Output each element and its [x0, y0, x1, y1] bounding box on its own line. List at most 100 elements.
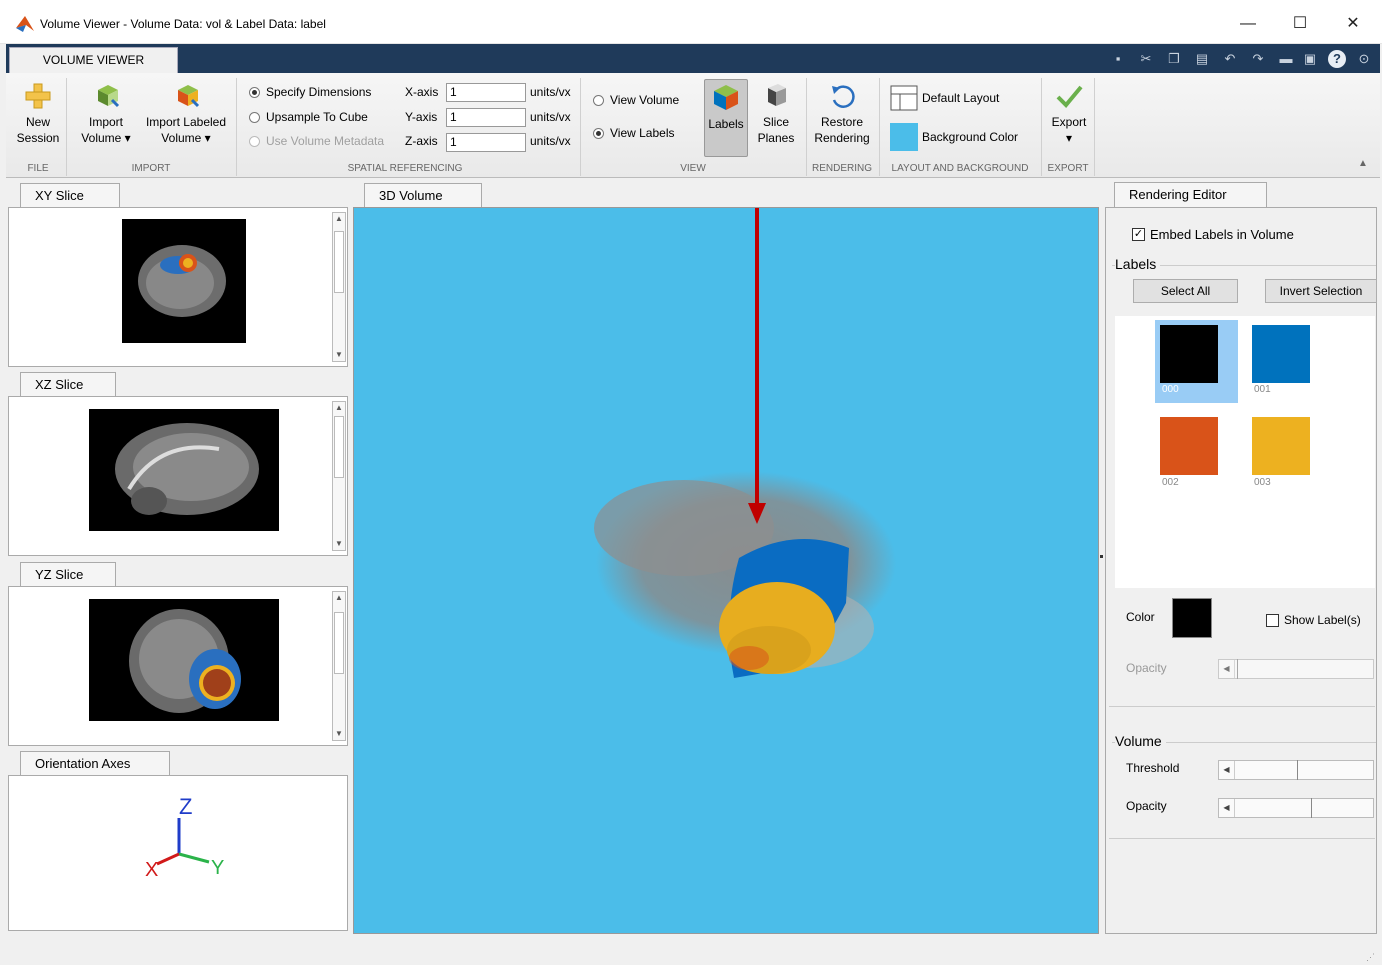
layout-grid-icon: [890, 85, 918, 111]
default-layout-button[interactable]: Default Layout: [890, 85, 999, 111]
tab-3d-volume[interactable]: 3D Volume: [364, 183, 482, 208]
minimize-button[interactable]: —: [1225, 12, 1271, 36]
section-export: EXPORT: [1047, 163, 1089, 174]
scroll-up-icon[interactable]: ▲: [333, 402, 345, 414]
radio-dot: [249, 111, 260, 123]
copy-icon[interactable]: ❐: [1166, 50, 1182, 68]
separator: [580, 78, 581, 176]
import-labeled-volume-button[interactable]: Import Labeled Volume ▾: [142, 82, 230, 146]
select-all-button[interactable]: Select All: [1133, 279, 1238, 303]
x-axis-line: [156, 852, 180, 866]
view-labels-radio[interactable]: View Labels: [593, 126, 675, 140]
labels-toggle-button[interactable]: Labels: [704, 79, 748, 157]
scroll-down-icon[interactable]: ▼: [333, 538, 345, 550]
label-swatch-001[interactable]: [1252, 325, 1310, 383]
slice-planes-label-2: Planes: [757, 131, 795, 145]
scroll-thumb[interactable]: [334, 416, 344, 478]
volume-render-panel[interactable]: [353, 198, 1099, 934]
undo-icon[interactable]: ↶: [1222, 50, 1238, 68]
tab-xz-slice[interactable]: XZ Slice: [20, 372, 116, 397]
tab-volume-viewer[interactable]: VOLUME VIEWER: [9, 47, 178, 73]
cut-icon[interactable]: ✂: [1138, 50, 1154, 68]
label-opacity-slider[interactable]: ◀: [1218, 659, 1374, 679]
label-opacity-label: Opacity: [1126, 661, 1167, 675]
splitter-handle[interactable]: [1100, 555, 1103, 558]
slider-thumb[interactable]: [1297, 760, 1307, 780]
maximize-button[interactable]: ☐: [1277, 12, 1323, 36]
volume-render-image: [594, 198, 896, 678]
slider-left-arrow-icon[interactable]: ◀: [1219, 799, 1235, 817]
scroll-down-icon[interactable]: ▼: [333, 728, 345, 740]
tab-rendering-editor[interactable]: Rendering Editor: [1114, 182, 1267, 207]
export-label: Export: [1051, 115, 1087, 129]
section-spatial: SPATIAL REFERENCING: [347, 163, 463, 174]
xy-slice-scrollbar[interactable]: ▲ ▼: [332, 212, 346, 362]
separator: [66, 78, 67, 176]
show-labels-checkbox[interactable]: Show Label(s): [1266, 613, 1361, 627]
orientation-axes-panel: Z Y X: [8, 775, 348, 931]
view-volume-label: View Volume: [610, 93, 680, 107]
slider-left-arrow-icon[interactable]: ◀: [1219, 761, 1235, 779]
xz-slice-scrollbar[interactable]: ▲ ▼: [332, 401, 346, 551]
slider-thumb[interactable]: [1311, 798, 1321, 818]
slider-left-arrow-icon[interactable]: ◀: [1219, 660, 1235, 678]
window-icon[interactable]: ▣: [1302, 50, 1318, 68]
label-color-button[interactable]: [1172, 598, 1212, 638]
yz-slice-scrollbar[interactable]: ▲ ▼: [332, 591, 346, 741]
section-file: FILE: [27, 163, 49, 174]
specify-dimensions-radio[interactable]: Specify Dimensions: [249, 85, 371, 99]
label-swatch-003[interactable]: [1252, 417, 1310, 475]
threshold-slider[interactable]: ◀: [1218, 760, 1374, 780]
use-metadata-radio[interactable]: Use Volume Metadata: [249, 134, 384, 148]
close-button[interactable]: ✕: [1330, 12, 1376, 36]
export-button[interactable]: Export ▾: [1046, 82, 1092, 146]
separator: [1094, 78, 1095, 176]
rendering-editor-panel: ✓ Embed Labels in Volume Labels Select Al…: [1105, 207, 1377, 934]
scroll-up-icon[interactable]: ▲: [333, 213, 345, 225]
upsample-radio[interactable]: Upsample To Cube: [249, 110, 368, 124]
tab-xy-slice[interactable]: XY Slice: [20, 183, 120, 208]
new-session-button[interactable]: New Session: [14, 82, 62, 146]
scroll-down-icon[interactable]: ▼: [333, 349, 345, 361]
xz-slice-panel: ▲ ▼: [8, 396, 348, 556]
save-icon[interactable]: ▪: [1110, 50, 1126, 68]
embed-labels-label: Embed Labels in Volume: [1150, 227, 1294, 242]
labels-group-title: Labels: [1115, 256, 1161, 272]
redo-icon[interactable]: ↷: [1250, 50, 1266, 68]
resize-grip-icon[interactable]: ⋰: [1366, 952, 1375, 963]
x-units-label: units/vx: [530, 85, 571, 99]
label-swatch-002[interactable]: [1160, 417, 1218, 475]
color-label: Color: [1126, 610, 1155, 624]
z-axis-input[interactable]: 1: [446, 133, 526, 152]
swatch-label-002: 002: [1162, 477, 1179, 488]
yz-slice-image: [89, 599, 279, 721]
tab-orientation-axes[interactable]: Orientation Axes: [20, 751, 170, 776]
swatch-label-000: 000: [1162, 384, 1179, 395]
orientation-axes-widget: Z Y X: [145, 796, 224, 881]
scroll-thumb[interactable]: [334, 231, 344, 293]
yz-slice-panel: ▲ ▼: [8, 586, 348, 746]
slice-planes-button[interactable]: Slice Planes: [754, 82, 798, 146]
y-axis-input[interactable]: 1: [446, 108, 526, 127]
slider-thumb[interactable]: [1237, 659, 1247, 679]
collapse-ribbon-icon[interactable]: ▲: [1358, 158, 1368, 169]
radio-dot: [249, 86, 260, 98]
options-icon[interactable]: ⊙: [1356, 50, 1372, 68]
embed-labels-checkbox[interactable]: ✓ Embed Labels in Volume: [1132, 227, 1294, 242]
restore-rendering-button[interactable]: Restore Rendering: [810, 82, 874, 146]
label-swatch-000[interactable]: [1160, 325, 1218, 383]
volume-opacity-slider[interactable]: ◀: [1218, 798, 1374, 818]
x-axis-input[interactable]: 1: [446, 83, 526, 102]
z-axis-label: Z: [179, 796, 192, 819]
import-volume-button[interactable]: Import Volume ▾: [74, 82, 138, 146]
tab-yz-slice[interactable]: YZ Slice: [20, 562, 116, 587]
invert-selection-button[interactable]: Invert Selection: [1265, 279, 1377, 303]
background-color-button[interactable]: Background Color: [890, 123, 1018, 151]
view-volume-radio[interactable]: View Volume: [593, 93, 679, 107]
print-icon[interactable]: ▬: [1278, 50, 1294, 68]
scroll-thumb[interactable]: [334, 612, 344, 674]
paste-icon[interactable]: ▤: [1194, 50, 1210, 68]
help-icon[interactable]: ?: [1328, 50, 1346, 68]
x-axis-label: X: [145, 859, 158, 881]
scroll-up-icon[interactable]: ▲: [333, 592, 345, 604]
